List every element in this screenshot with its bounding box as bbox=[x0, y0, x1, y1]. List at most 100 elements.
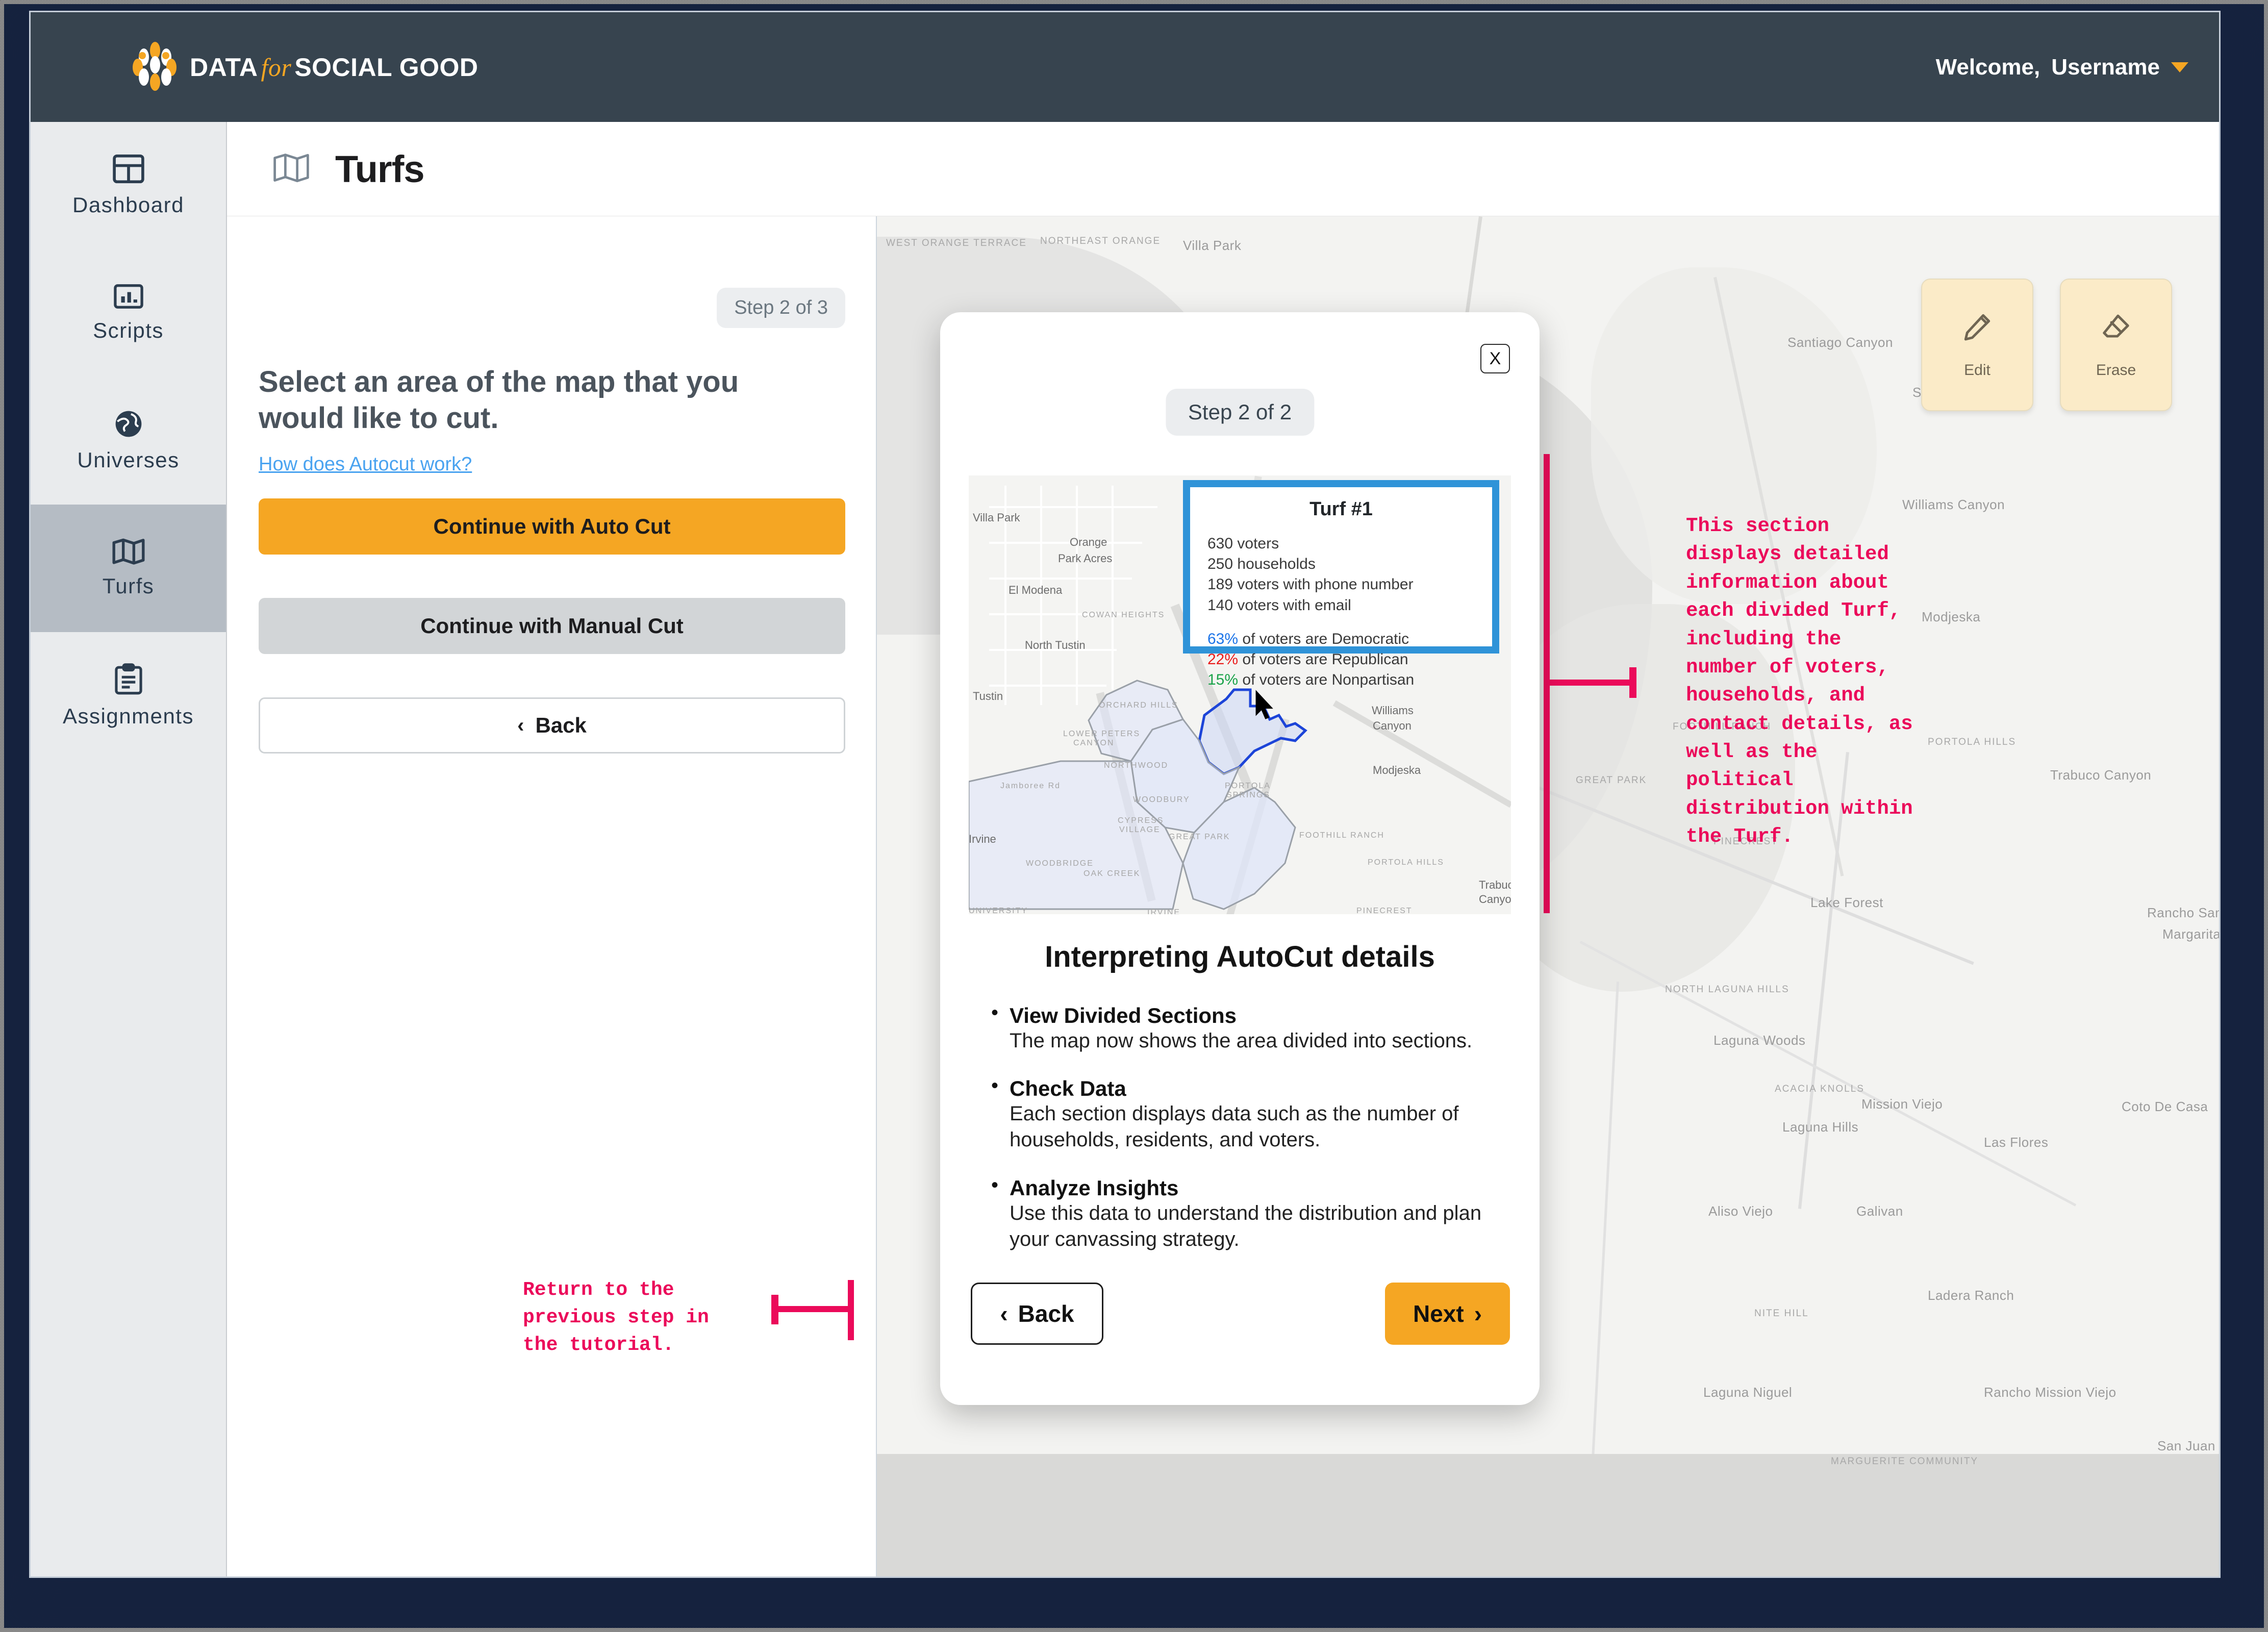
how-autocut-works-link[interactable]: How does Autocut work? bbox=[259, 454, 472, 475]
map-icon bbox=[273, 153, 310, 186]
thumb-map-label: ORCHARD HILLS bbox=[1099, 701, 1178, 710]
bullet-title: Analyze Insights bbox=[1010, 1175, 1179, 1200]
logo-mark-icon bbox=[133, 41, 177, 93]
thumb-map-label: Jamboree Rd bbox=[1000, 782, 1061, 790]
brand-data: DATA bbox=[190, 53, 258, 82]
map-label: Las Flores bbox=[1984, 1135, 2049, 1150]
map-label: MARGUERITE COMMUNITY bbox=[1831, 1456, 1979, 1467]
thumb-map-label: GREAT PARK bbox=[1169, 833, 1230, 841]
map-label: NITE HILL bbox=[1754, 1308, 1809, 1319]
map-label: Williams Canyon bbox=[1902, 497, 2005, 512]
turf-card-title: Turf #1 bbox=[1309, 498, 1373, 520]
turf-party-nonpartisan: 15% of voters are Nonpartisan bbox=[1207, 670, 1492, 690]
map-label: Aliso Viejo bbox=[1708, 1203, 1773, 1219]
map-label: Laguna Woods bbox=[1713, 1033, 1806, 1048]
thumb-map-label: COWAN HEIGHTS bbox=[1082, 611, 1165, 619]
thumb-map-label: VILLAGE bbox=[1119, 825, 1161, 834]
map-label: GREAT PARK bbox=[1576, 775, 1647, 786]
continue-manual-cut-button[interactable]: Continue with Manual Cut bbox=[259, 598, 845, 654]
erase-tool-button[interactable]: Erase bbox=[2060, 279, 2172, 411]
annotation-bracket-left-horizontal bbox=[771, 1306, 853, 1312]
thumb-map-label: Canyon bbox=[1479, 893, 1511, 906]
sidebar-item-dashboard[interactable]: Dashboard bbox=[31, 122, 226, 249]
thumb-map-label: North Tustin bbox=[1025, 639, 1086, 651]
chevron-down-icon bbox=[2171, 62, 2188, 72]
bullet-title: Check Data bbox=[1010, 1076, 1126, 1101]
map-label: Rancho Santa bbox=[2147, 905, 2219, 920]
thumb-map-label: CYPRESS bbox=[1118, 816, 1164, 825]
tutorial-modal: X Step 2 of 2 Villa Park Orange Park Acr… bbox=[940, 312, 1540, 1405]
thumb-map-label: CANYON bbox=[1073, 739, 1115, 747]
republican-pct: 22% bbox=[1207, 650, 1239, 668]
map-label: WEST ORANGE TERRACE bbox=[886, 238, 1027, 248]
page-title: Turfs bbox=[335, 147, 425, 190]
modal-step-indicator: Step 2 of 2 bbox=[1165, 389, 1315, 436]
user-menu[interactable]: Welcome, Username bbox=[1936, 55, 2188, 80]
thumb-map-label: OAK CREEK bbox=[1083, 869, 1141, 878]
thumb-map-label: LOWER PETERS bbox=[1063, 730, 1141, 738]
thumb-map-label: Trabuco bbox=[1479, 878, 1511, 891]
modal-back-button[interactable]: ‹ Back bbox=[971, 1283, 1103, 1345]
thumb-map-label: El Modena bbox=[1009, 584, 1063, 596]
chevron-left-icon: ‹ bbox=[1000, 1300, 1008, 1327]
sidebar-item-turfs[interactable]: Turfs bbox=[31, 505, 226, 632]
thumb-map-label: PINECREST bbox=[1356, 907, 1413, 914]
bullet-desc: Each section displays data such as the n… bbox=[1010, 1102, 1459, 1151]
list-item: Check Data Each section displays data su… bbox=[989, 1074, 1504, 1153]
sidebar-item-universes[interactable]: Universes bbox=[31, 377, 226, 505]
map-tools: Edit Erase bbox=[1921, 279, 2172, 411]
map-label: NORTHEAST ORANGE bbox=[1040, 236, 1161, 246]
thumb-map-label: NORTHWOOD bbox=[1104, 761, 1169, 770]
mouse-cursor-icon bbox=[1254, 690, 1278, 724]
thumb-map-label: PORTOLA bbox=[1225, 782, 1271, 790]
annotation-bracket-right-tip bbox=[1629, 667, 1636, 698]
chevron-right-icon: › bbox=[1474, 1300, 1482, 1327]
thumb-map-label: FOOTHILL RANCH bbox=[1299, 831, 1384, 840]
bullet-desc: The map now shows the area divided into … bbox=[1010, 1030, 1473, 1052]
chevron-left-icon: ‹ bbox=[517, 714, 524, 737]
modal-title: Interpreting AutoCut details bbox=[1045, 940, 1435, 973]
close-icon[interactable]: X bbox=[1480, 344, 1510, 373]
sidebar-item-scripts[interactable]: Scripts bbox=[31, 249, 226, 377]
map-icon bbox=[112, 538, 145, 565]
sidebar-item-assignments[interactable]: Assignments bbox=[31, 632, 226, 760]
brand-wordmark: DATA for SOCIAL GOOD bbox=[190, 53, 478, 82]
map-label: Trabuco Canyon bbox=[2050, 767, 2152, 783]
application-window: DATA for SOCIAL GOOD Welcome, Username Das… bbox=[31, 12, 2219, 1576]
list-item: Analyze Insights Use this data to unders… bbox=[989, 1174, 1504, 1252]
annotation-bracket-right-horizontal bbox=[1544, 680, 1635, 686]
map-label: NORTH LAGUNA HILLS bbox=[1665, 984, 1790, 995]
brand-for: for bbox=[261, 53, 292, 82]
thumb-map-label: Tustin bbox=[973, 690, 1003, 702]
democratic-pct: 63% bbox=[1207, 630, 1239, 647]
panel-back-button[interactable]: ‹ Back bbox=[259, 697, 845, 754]
map-label: Rancho Mission Viejo bbox=[1984, 1385, 2116, 1400]
top-bar: DATA for SOCIAL GOOD Welcome, Username bbox=[31, 12, 2219, 122]
edit-tool-button[interactable]: Edit bbox=[1921, 279, 2033, 411]
turf-stat: 630 voters bbox=[1207, 535, 1279, 552]
map-bottom-strip bbox=[877, 1454, 2219, 1576]
map-label: Coto De Casa bbox=[2122, 1099, 2208, 1114]
map-label: Galivan bbox=[1856, 1203, 1903, 1219]
thumb-map-label: Park Acres bbox=[1058, 552, 1113, 565]
map-label: Laguna Hills bbox=[1782, 1119, 1859, 1135]
modal-bullet-list: View Divided Sections The map now shows … bbox=[989, 1001, 1504, 1275]
map-label: Santiago Canyon bbox=[1787, 335, 1893, 350]
cut-options-panel: Step 2 of 3 Select an area of the map th… bbox=[228, 216, 876, 1576]
spacer bbox=[1207, 616, 1492, 629]
brand-logo[interactable]: DATA for SOCIAL GOOD bbox=[133, 41, 478, 93]
turf-stat: 250 households bbox=[1207, 556, 1316, 573]
autocut-preview-image: Villa Park Orange Park Acres El Modena COWAN… bbox=[969, 475, 1511, 914]
map-label: Laguna Niguel bbox=[1703, 1385, 1793, 1400]
modal-next-button[interactable]: Next › bbox=[1385, 1283, 1510, 1345]
sidebar-item-label: Scripts bbox=[93, 318, 164, 342]
map-label: Margarita bbox=[2162, 926, 2219, 942]
thumb-map-label: Williams bbox=[1372, 704, 1414, 717]
bullet-desc: Use this data to understand the distribu… bbox=[1010, 1201, 1482, 1250]
continue-auto-cut-button[interactable]: Continue with Auto Cut bbox=[259, 498, 845, 555]
thumb-map-label: WOODBURY bbox=[1133, 795, 1190, 804]
eraser-icon bbox=[2100, 311, 2132, 344]
bullet-title: View Divided Sections bbox=[1010, 1003, 1237, 1027]
sidebar-nav: Dashboard Scripts Universes Turfs Assign… bbox=[31, 122, 227, 1576]
sidebar-item-label: Universes bbox=[77, 448, 180, 472]
